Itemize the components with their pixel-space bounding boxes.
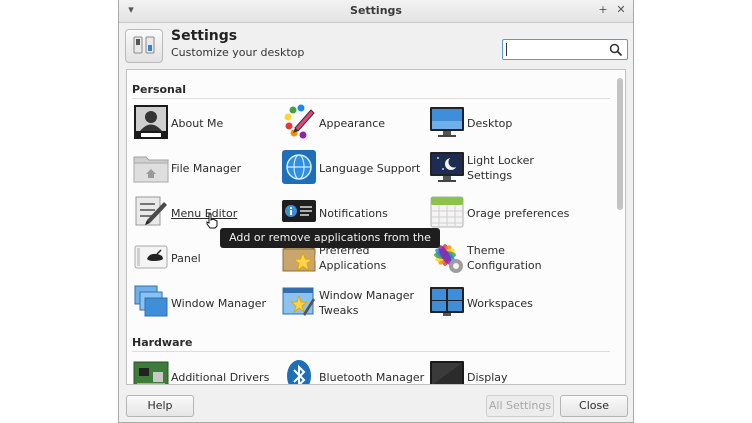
maximize-icon[interactable]: + xyxy=(595,2,611,18)
item-language-support[interactable]: Language Support xyxy=(281,147,429,189)
section-divider xyxy=(132,98,610,99)
item-label: File Manager xyxy=(171,161,242,175)
folder-home-icon xyxy=(133,156,169,183)
close-button[interactable]: Close xyxy=(560,395,628,417)
window-title: Settings xyxy=(350,4,402,17)
item-label: About Me xyxy=(171,116,224,130)
item-orage-preferences[interactable]: Orage preferences xyxy=(429,192,577,234)
user-id-card-icon xyxy=(134,105,168,139)
item-file-manager[interactable]: File Manager xyxy=(133,147,281,189)
item-label: Light Locker Settings xyxy=(467,154,534,182)
item-desktop[interactable]: Desktop xyxy=(429,102,577,144)
window-tweaks-icon xyxy=(282,287,315,316)
item-window-manager-tweaks[interactable]: Window Manager Tweaks xyxy=(281,282,429,324)
bluetooth-icon xyxy=(287,360,311,384)
close-icon[interactable]: ✕ xyxy=(613,2,629,18)
item-label: Workspaces xyxy=(467,296,533,310)
item-display[interactable]: Display xyxy=(429,356,577,384)
palette-icon xyxy=(284,104,315,139)
settings-window: ▾ Settings + ✕ Settings Customize your d… xyxy=(118,0,634,423)
item-label: Theme Configuration xyxy=(467,244,542,272)
info-notification-icon xyxy=(282,200,316,222)
vertical-scrollbar[interactable] xyxy=(616,72,624,382)
workspaces-icon xyxy=(430,287,464,316)
circuit-board-icon xyxy=(133,361,169,384)
search-input[interactable] xyxy=(506,42,610,58)
search-field[interactable] xyxy=(502,39,628,60)
item-label: Appearance xyxy=(319,116,386,130)
header-subtitle: Customize your desktop xyxy=(171,46,305,59)
moon-screen-icon xyxy=(430,152,464,182)
calendar-icon xyxy=(430,196,464,228)
settings-list[interactable]: Personal About Me Appearance Desktop Fil… xyxy=(126,69,626,385)
search-icon[interactable] xyxy=(609,43,623,57)
section-hardware-title: Hardware xyxy=(132,336,193,349)
item-bluetooth-manager[interactable]: Bluetooth Manager xyxy=(281,356,429,384)
item-label: Orage preferences xyxy=(467,206,570,220)
settings-header: Settings Customize your desktop xyxy=(119,23,633,68)
settings-app-icon xyxy=(125,29,163,63)
item-appearance[interactable]: Appearance xyxy=(281,102,429,144)
text-cursor xyxy=(506,43,507,56)
item-label: Desktop xyxy=(467,116,513,130)
display-icon xyxy=(430,361,464,384)
item-label: Bluetooth Manager xyxy=(319,370,425,384)
item-label: Language Support xyxy=(319,161,421,175)
section-personal-title: Personal xyxy=(132,83,187,96)
item-label: Display xyxy=(467,370,508,384)
section-divider xyxy=(132,351,610,352)
monitor-icon xyxy=(430,107,464,137)
item-theme-configuration[interactable]: Theme Configuration xyxy=(429,237,577,279)
menu-editor-icon xyxy=(135,196,167,226)
item-light-locker[interactable]: Light Locker Settings xyxy=(429,147,577,189)
scrollbar-thumb[interactable] xyxy=(617,78,623,210)
item-window-manager[interactable]: Window Manager xyxy=(133,282,281,324)
help-button[interactable]: Help xyxy=(126,395,194,417)
panel-mouse-icon xyxy=(134,245,168,269)
item-about-me[interactable]: About Me xyxy=(133,102,281,144)
item-label: Window Manager xyxy=(171,296,267,310)
item-label: Window Manager Tweaks xyxy=(319,289,415,317)
globe-icon xyxy=(282,150,316,184)
window-manager-icon xyxy=(134,285,168,317)
title-bar[interactable]: ▾ Settings + ✕ xyxy=(119,0,633,23)
hand-pointer-icon xyxy=(206,213,218,229)
item-additional-drivers[interactable]: Additional Drivers xyxy=(133,356,281,384)
item-workspaces[interactable]: Workspaces xyxy=(429,282,577,324)
header-title: Settings xyxy=(171,28,238,44)
all-settings-button[interactable]: All Settings xyxy=(486,395,554,417)
tooltip: Add or remove applications from the menu xyxy=(220,228,440,264)
item-label: Additional Drivers xyxy=(171,370,270,384)
